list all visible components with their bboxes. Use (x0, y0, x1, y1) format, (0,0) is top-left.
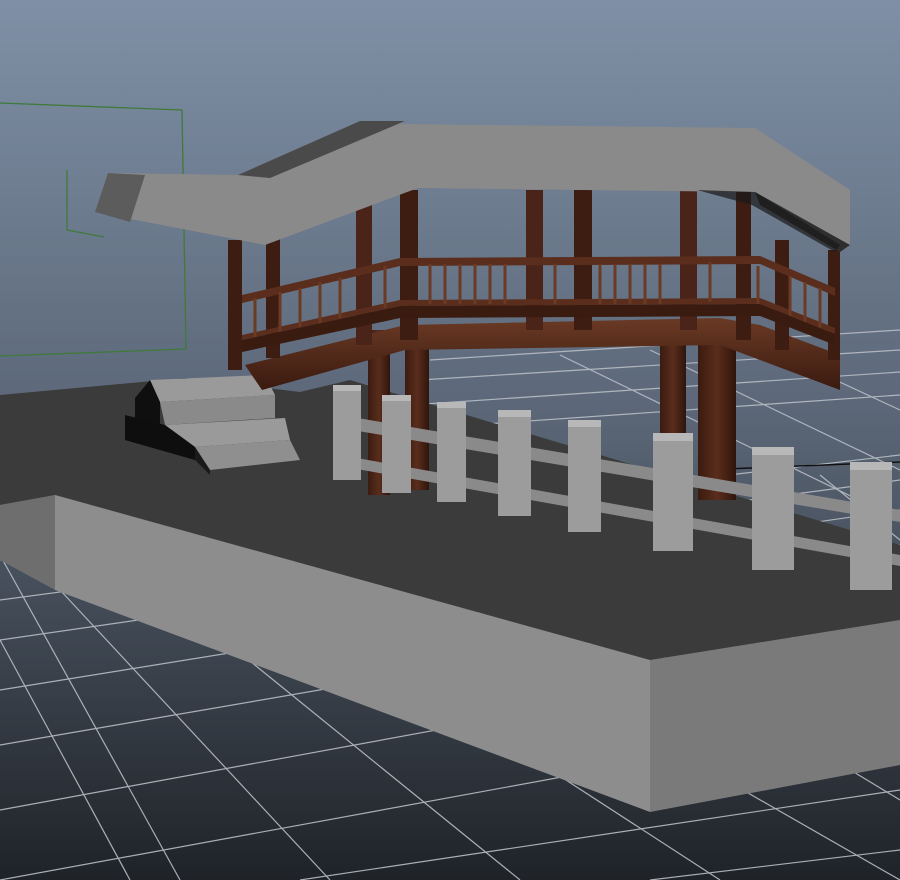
viewport-3d[interactable] (0, 0, 900, 880)
scene-canvas[interactable] (0, 0, 900, 880)
